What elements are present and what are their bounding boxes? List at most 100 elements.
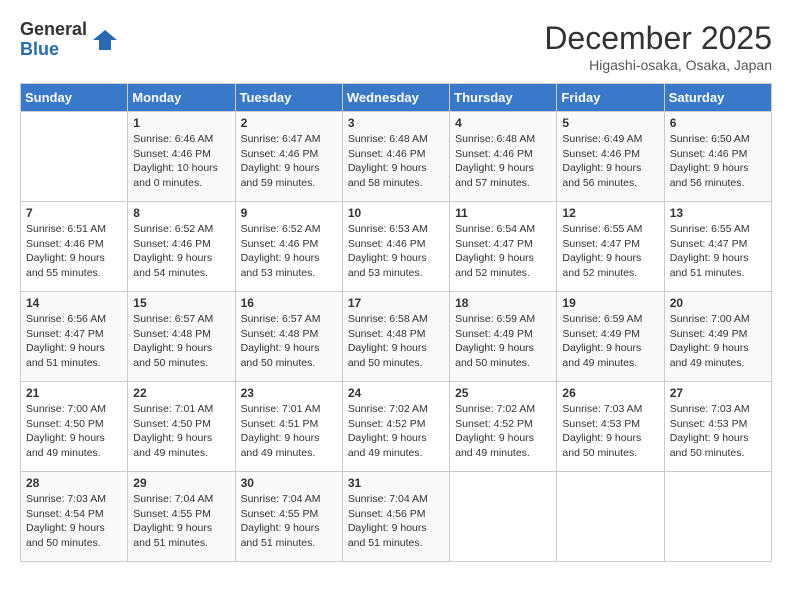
logo-icon	[91, 26, 119, 54]
calendar-cell: 25Sunrise: 7:02 AMSunset: 4:52 PMDayligh…	[450, 382, 557, 472]
day-number: 25	[455, 386, 551, 400]
logo: General Blue	[20, 20, 119, 60]
calendar-cell: 2 Sunrise: 6:47 AMSunset: 4:46 PMDaylight…	[235, 112, 342, 202]
calendar-cell: 16 Sunrise: 6:57 AMSunset: 4:48 PMDayligh…	[235, 292, 342, 382]
day-number: 27	[670, 386, 766, 400]
day-number: 1	[133, 116, 229, 130]
calendar-cell: 18Sunrise: 6:59 AMSunset: 4:49 PMDayligh…	[450, 292, 557, 382]
day-info: Sunrise: 7:00 AMSunset: 4:49 PMDaylight:…	[670, 312, 766, 371]
calendar-cell: 19 Sunrise: 6:59 AMSunset: 4:49 PMDayligh…	[557, 292, 664, 382]
day-number: 16	[241, 296, 337, 310]
calendar-table: SundayMondayTuesdayWednesdayThursdayFrid…	[20, 83, 772, 562]
calendar-cell: 6Sunrise: 6:50 AMSunset: 4:46 PMDaylight…	[664, 112, 771, 202]
calendar-cell	[450, 472, 557, 562]
calendar-cell: 5Sunrise: 6:49 AMSunset: 4:46 PMDaylight…	[557, 112, 664, 202]
day-info: Sunrise: 7:00 AMSunset: 4:50 PMDaylight:…	[26, 402, 122, 461]
day-info: Sunrise: 7:02 AMSunset: 4:52 PMDaylight:…	[348, 402, 444, 461]
day-info: Sunrise: 6:46 AMSunset: 4:46 PMDaylight:…	[133, 132, 229, 191]
calendar-cell: 10 Sunrise: 6:53 AMSunset: 4:46 PMDayligh…	[342, 202, 449, 292]
header-friday: Friday	[557, 84, 664, 112]
calendar-cell: 31 Sunrise: 7:04 AMSunset: 4:56 PMDayligh…	[342, 472, 449, 562]
day-number: 19	[562, 296, 658, 310]
day-info: Sunrise: 6:55 AMSunset: 4:47 PMDaylight:…	[562, 222, 658, 281]
day-number: 7	[26, 206, 122, 220]
week-row-3: 14 Sunrise: 6:56 AMSunset: 4:47 PMDayligh…	[21, 292, 772, 382]
day-number: 9	[241, 206, 337, 220]
day-number: 11	[455, 206, 551, 220]
day-info: Sunrise: 7:03 AMSunset: 4:53 PMDaylight:…	[670, 402, 766, 461]
day-number: 30	[241, 476, 337, 490]
day-number: 20	[670, 296, 766, 310]
calendar-cell	[664, 472, 771, 562]
calendar-cell: 28 Sunrise: 7:03 AMSunset: 4:54 PMDayligh…	[21, 472, 128, 562]
calendar-cell: 9Sunrise: 6:52 AMSunset: 4:46 PMDaylight…	[235, 202, 342, 292]
day-number: 23	[241, 386, 337, 400]
calendar-cell: 7 Sunrise: 6:51 AMSunset: 4:46 PMDaylight…	[21, 202, 128, 292]
day-number: 12	[562, 206, 658, 220]
week-row-5: 28 Sunrise: 7:03 AMSunset: 4:54 PMDayligh…	[21, 472, 772, 562]
day-number: 17	[348, 296, 444, 310]
day-info: Sunrise: 7:04 AMSunset: 4:56 PMDaylight:…	[348, 492, 444, 551]
day-info: Sunrise: 6:51 AMSunset: 4:46 PMDaylight:…	[26, 222, 122, 281]
day-info: Sunrise: 6:56 AMSunset: 4:47 PMDaylight:…	[26, 312, 122, 371]
day-info: Sunrise: 6:47 AMSunset: 4:46 PMDaylight:…	[241, 132, 337, 191]
calendar-cell: 12 Sunrise: 6:55 AMSunset: 4:47 PMDayligh…	[557, 202, 664, 292]
calendar-cell: 27 Sunrise: 7:03 AMSunset: 4:53 PMDayligh…	[664, 382, 771, 472]
day-number: 3	[348, 116, 444, 130]
calendar-cell: 30Sunrise: 7:04 AMSunset: 4:55 PMDayligh…	[235, 472, 342, 562]
day-number: 4	[455, 116, 551, 130]
day-info: Sunrise: 6:58 AMSunset: 4:48 PMDaylight:…	[348, 312, 444, 371]
header-wednesday: Wednesday	[342, 84, 449, 112]
day-info: Sunrise: 6:59 AMSunset: 4:49 PMDaylight:…	[455, 312, 551, 371]
day-number: 10	[348, 206, 444, 220]
calendar-cell: 14 Sunrise: 6:56 AMSunset: 4:47 PMDayligh…	[21, 292, 128, 382]
day-number: 24	[348, 386, 444, 400]
header-row: SundayMondayTuesdayWednesdayThursdayFrid…	[21, 84, 772, 112]
day-info: Sunrise: 6:57 AMSunset: 4:48 PMDaylight:…	[241, 312, 337, 371]
calendar-cell: 23 Sunrise: 7:01 AMSunset: 4:51 PMDayligh…	[235, 382, 342, 472]
day-number: 2	[241, 116, 337, 130]
week-row-2: 7 Sunrise: 6:51 AMSunset: 4:46 PMDaylight…	[21, 202, 772, 292]
day-number: 21	[26, 386, 122, 400]
day-number: 31	[348, 476, 444, 490]
header-monday: Monday	[128, 84, 235, 112]
day-number: 14	[26, 296, 122, 310]
day-number: 13	[670, 206, 766, 220]
week-row-4: 21 Sunrise: 7:00 AMSunset: 4:50 PMDayligh…	[21, 382, 772, 472]
day-number: 29	[133, 476, 229, 490]
day-number: 28	[26, 476, 122, 490]
calendar-cell: 26Sunrise: 7:03 AMSunset: 4:53 PMDayligh…	[557, 382, 664, 472]
day-info: Sunrise: 6:48 AMSunset: 4:46 PMDaylight:…	[455, 132, 551, 191]
calendar-cell: 3Sunrise: 6:48 AMSunset: 4:46 PMDaylight…	[342, 112, 449, 202]
calendar-cell: 22Sunrise: 7:01 AMSunset: 4:50 PMDayligh…	[128, 382, 235, 472]
day-info: Sunrise: 7:01 AMSunset: 4:51 PMDaylight:…	[241, 402, 337, 461]
calendar-cell: 17 Sunrise: 6:58 AMSunset: 4:48 PMDayligh…	[342, 292, 449, 382]
calendar-cell: 20 Sunrise: 7:00 AMSunset: 4:49 PMDayligh…	[664, 292, 771, 382]
header-sunday: Sunday	[21, 84, 128, 112]
calendar-cell: 29Sunrise: 7:04 AMSunset: 4:55 PMDayligh…	[128, 472, 235, 562]
month-title: December 2025	[544, 20, 772, 57]
title-block: December 2025 Higashi-osaka, Osaka, Japa…	[544, 20, 772, 73]
day-info: Sunrise: 6:54 AMSunset: 4:47 PMDaylight:…	[455, 222, 551, 281]
calendar-cell: 8Sunrise: 6:52 AMSunset: 4:46 PMDaylight…	[128, 202, 235, 292]
calendar-cell: 4 Sunrise: 6:48 AMSunset: 4:46 PMDaylight…	[450, 112, 557, 202]
day-info: Sunrise: 7:01 AMSunset: 4:50 PMDaylight:…	[133, 402, 229, 461]
day-info: Sunrise: 6:57 AMSunset: 4:48 PMDaylight:…	[133, 312, 229, 371]
day-info: Sunrise: 7:03 AMSunset: 4:54 PMDaylight:…	[26, 492, 122, 551]
calendar-cell: 11 Sunrise: 6:54 AMSunset: 4:47 PMDayligh…	[450, 202, 557, 292]
header-tuesday: Tuesday	[235, 84, 342, 112]
day-info: Sunrise: 6:59 AMSunset: 4:49 PMDaylight:…	[562, 312, 658, 371]
calendar-cell	[557, 472, 664, 562]
header-thursday: Thursday	[450, 84, 557, 112]
day-info: Sunrise: 6:52 AMSunset: 4:46 PMDaylight:…	[133, 222, 229, 281]
day-info: Sunrise: 6:49 AMSunset: 4:46 PMDaylight:…	[562, 132, 658, 191]
logo-blue: Blue	[20, 40, 87, 60]
calendar-cell: 13Sunrise: 6:55 AMSunset: 4:47 PMDayligh…	[664, 202, 771, 292]
page-header: General Blue December 2025 Higashi-osaka…	[20, 20, 772, 73]
calendar-cell: 24 Sunrise: 7:02 AMSunset: 4:52 PMDayligh…	[342, 382, 449, 472]
calendar-cell: 1 Sunrise: 6:46 AMSunset: 4:46 PMDaylight…	[128, 112, 235, 202]
calendar-cell: 21 Sunrise: 7:00 AMSunset: 4:50 PMDayligh…	[21, 382, 128, 472]
day-info: Sunrise: 6:50 AMSunset: 4:46 PMDaylight:…	[670, 132, 766, 191]
day-number: 15	[133, 296, 229, 310]
day-info: Sunrise: 6:53 AMSunset: 4:46 PMDaylight:…	[348, 222, 444, 281]
